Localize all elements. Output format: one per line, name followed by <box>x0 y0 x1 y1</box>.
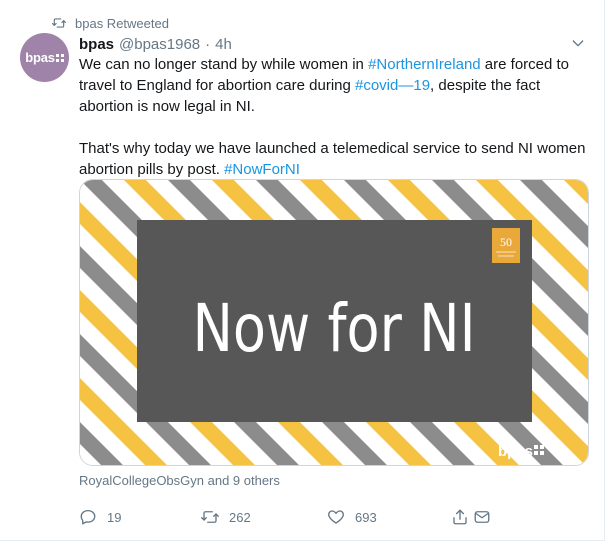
reply-icon <box>80 509 96 525</box>
retweet-count: 262 <box>229 509 251 525</box>
tweet-text: We can no longer stand by while women in… <box>79 54 589 180</box>
tweet-card[interactable]: bpas Retweeted bpas bpas @bpas1968 · 4h … <box>0 0 605 541</box>
tweet-text-segment: That's why today we have launched a tele… <box>79 140 586 178</box>
author-handle[interactable]: @bpas1968 <box>119 36 200 53</box>
author-name[interactable]: bpas <box>79 36 114 53</box>
tweet-actions: 19 262 693 <box>79 506 499 528</box>
retweet-icon <box>52 18 66 28</box>
hashtag-link[interactable]: #covid—19 <box>355 77 430 94</box>
tweet-header: bpas @bpas1968 · 4h <box>79 34 232 54</box>
retweet-button[interactable]: 262 <box>201 506 251 528</box>
tweet-paragraph-2: That's why today we have launched a tele… <box>79 138 589 180</box>
bpas-logo-icon <box>55 53 64 62</box>
share-button[interactable] <box>451 506 469 528</box>
avatar-text: bpas <box>25 50 55 65</box>
share-icon <box>453 509 467 525</box>
tweet-text-segment: We can no longer stand by while women in <box>79 56 369 73</box>
reply-count: 19 <box>107 509 122 525</box>
avatar[interactable]: bpas <box>20 33 69 82</box>
hashtag-link[interactable]: #NowForNI <box>224 161 300 178</box>
liked-by[interactable]: RoyalCollegeObsGyn and 9 others <box>79 473 280 488</box>
dm-share-button[interactable] <box>473 506 491 528</box>
retweet-icon <box>201 511 219 523</box>
like-button[interactable]: 693 <box>327 506 377 528</box>
envelope-icon <box>474 511 490 523</box>
chevron-down-icon[interactable] <box>570 35 586 51</box>
now-for-ni-graphic: 50 Now for NI bpas <box>80 180 588 465</box>
retweet-label[interactable]: bpas Retweeted <box>75 16 169 31</box>
media-logo: bpas <box>498 443 533 460</box>
hashtag-link[interactable]: #NorthernIreland <box>368 56 481 73</box>
tweet-image[interactable]: 50 Now for NI bpas <box>79 179 589 466</box>
separator: · <box>205 35 211 53</box>
like-count: 693 <box>355 509 377 525</box>
reply-button[interactable]: 19 <box>79 506 121 528</box>
tweet-paragraph-1: We can no longer stand by while women in… <box>79 54 589 117</box>
retweet-context[interactable]: bpas Retweeted <box>52 14 169 32</box>
timestamp[interactable]: 4h <box>215 36 232 53</box>
badge-number: 50 <box>500 235 512 249</box>
heart-icon <box>328 510 344 524</box>
media-headline: Now for NI <box>192 291 475 368</box>
